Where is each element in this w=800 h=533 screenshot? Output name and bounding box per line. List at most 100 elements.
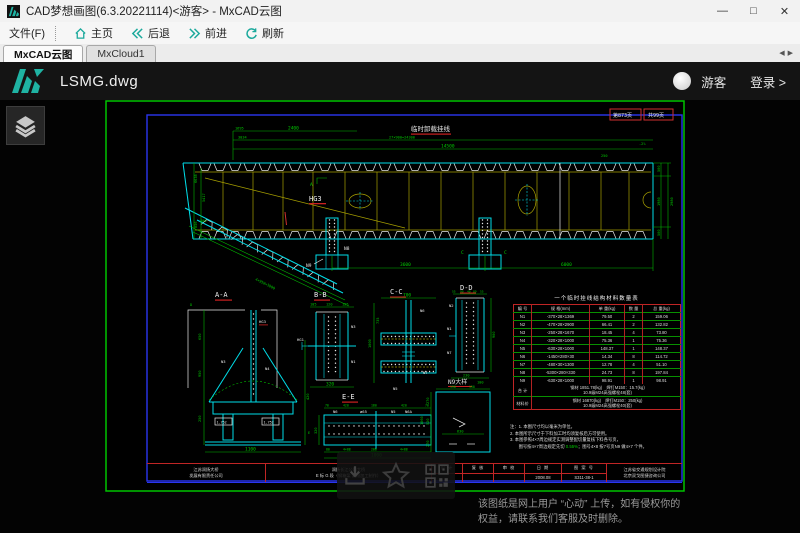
close-button[interactable]: ✕ — [769, 0, 800, 22]
tab-mxcloud1[interactable]: MxCloud1 — [86, 45, 155, 62]
minimize-button[interactable]: — — [707, 0, 738, 22]
svg-text:100: 100 — [477, 381, 484, 385]
title-block-institute: 江苏省交通规划设计院北京双戈图捷咨询公司 — [606, 464, 682, 482]
svg-text:N4: N4 — [265, 366, 270, 371]
svg-text:630: 630 — [457, 430, 464, 434]
file-menu[interactable]: 文件(F) — [0, 25, 55, 41]
home-icon — [74, 27, 87, 40]
drawing-notes: 注：1. 本图尺寸均以毫米为单位。 2. 本图所示尺寸于下料加工时均须复核后方可… — [510, 424, 684, 451]
svg-text:500: 500 — [657, 166, 661, 173]
svg-text:N2: N2 — [449, 303, 454, 308]
forward-button[interactable]: 前进 — [179, 22, 236, 44]
beam-dimensions: 1695 2400 3034 27×900=24300 14500 -2% 25… — [194, 126, 674, 272]
title-block-field-drawing-no: 图 案 号S311-38-1 — [561, 464, 606, 482]
svg-text:14500: 14500 — [441, 144, 455, 150]
svg-text:650: 650 — [198, 334, 202, 341]
section-a-a: A-A 1.752 1.752 HG3 — [188, 291, 310, 453]
material-table-title: 一个临时挂线结构材料数量表 — [513, 294, 680, 302]
cad-canvas[interactable]: 第873页 共99页 临时卸载挂线 — [0, 100, 800, 533]
svg-text:1695: 1695 — [235, 127, 244, 131]
svg-text:250: 250 — [601, 154, 608, 158]
tab-scroll-arrows[interactable]: ◀▶ — [779, 49, 796, 57]
table-row: N9-630×28×100098.91198.91 — [514, 377, 681, 385]
svg-text:E-E: E-E — [342, 393, 355, 401]
svg-text:250: 250 — [198, 416, 202, 423]
label-n9: N9 — [306, 263, 312, 269]
svg-text:N3: N3 — [351, 324, 356, 329]
login-link[interactable]: 登录 > — [750, 72, 786, 91]
app-logo-icon — [7, 5, 20, 18]
refresh-icon — [245, 27, 258, 40]
section-d-d: D-D N2 N1 N7 55 90 40 89 55 230 — [447, 284, 496, 385]
avatar[interactable] — [673, 72, 691, 90]
svg-text:N6: N6 — [420, 308, 425, 313]
layers-button[interactable] — [6, 106, 45, 145]
mxcad-logo-icon — [10, 67, 52, 95]
table-row: N4-320×28×100075.36175.36 — [514, 337, 681, 345]
svg-text:700: 700 — [403, 293, 411, 299]
svg-text:320: 320 — [314, 428, 318, 435]
menubar: 文件(F) 主页 后退 前进 刷新 — [0, 22, 800, 44]
table-row: N8-5300×280×33024.738197.84 — [514, 369, 681, 377]
svg-text:N7: N7 — [447, 350, 452, 355]
svg-text:90: 90 — [460, 290, 464, 294]
svg-text:856: 856 — [194, 222, 198, 229]
marker-c-left: C — [461, 250, 464, 256]
svg-text:N3: N3 — [221, 359, 226, 364]
home-label: 主页 — [91, 25, 113, 41]
svg-text:420: 420 — [306, 394, 310, 401]
svg-text:E: E — [308, 431, 310, 435]
svg-text:N6A: N6A — [405, 409, 413, 414]
drawing-sheet[interactable]: 第873页 共99页 临时卸载挂线 — [105, 100, 685, 492]
svg-text:80: 80 — [326, 448, 330, 452]
tab-scroll-left-icon[interactable]: ◀ — [779, 50, 787, 57]
svg-text:-2%: -2% — [639, 142, 646, 146]
svg-text:190: 190 — [450, 385, 456, 389]
svg-text:ø65: ø65 — [360, 409, 367, 414]
svg-text:2980: 2980 — [670, 197, 674, 206]
refresh-button[interactable]: 刷新 — [236, 22, 293, 44]
svg-text:HG1: HG1 — [297, 337, 305, 342]
svg-text:89: 89 — [473, 290, 477, 294]
back-button[interactable]: 后退 — [122, 22, 179, 44]
filename-label: LSMG.dwg — [60, 73, 138, 90]
home-button[interactable]: 主页 — [65, 22, 122, 44]
svg-text:500: 500 — [657, 230, 661, 237]
svg-text:735: 735 — [376, 318, 380, 325]
notice-line-2: 权益，请联系我们客服及时删除。 — [478, 512, 696, 527]
slope-dim: 4×950=3800 — [255, 277, 276, 290]
download-icon[interactable] — [342, 463, 368, 489]
note-line: 图号按4×7周边规定先切 0.55%；图号4×8 按7号页N9 做4×7 个件。 — [510, 444, 684, 451]
svg-text:N5: N5 — [393, 386, 398, 391]
svg-text:1100: 1100 — [245, 447, 256, 453]
qrcode-icon[interactable] — [424, 463, 450, 489]
svg-text:1980: 1980 — [657, 197, 661, 206]
drawing-title-underline — [411, 134, 451, 135]
svg-text:5417: 5417 — [202, 193, 206, 202]
title-block-field-review: 审 校 — [493, 464, 524, 482]
table-row: N3-250×28×167018.45473.80 — [514, 329, 681, 337]
svg-text:190: 190 — [469, 385, 475, 389]
forward-icon — [188, 27, 201, 40]
menubar-separator — [55, 26, 56, 41]
maximize-button[interactable]: □ — [738, 0, 769, 22]
svg-text:6000: 6000 — [561, 262, 572, 268]
svg-text:HG3: HG3 — [259, 319, 266, 324]
svg-text:230: 230 — [463, 374, 470, 378]
svg-text:27×900=24300: 27×900=24300 — [389, 136, 415, 140]
table-header-row: 编 号规 格(mm)单 重(kg)数 量总 重(kg) — [514, 305, 681, 313]
window-title: CAD梦想画图(6.3.20221114)<游客> - MxCAD云图 — [26, 3, 707, 19]
note-highlight: 0.55% — [566, 444, 578, 449]
manholes — [346, 184, 651, 216]
svg-text:4×88: 4×88 — [343, 448, 351, 452]
svg-text:270: 270 — [426, 398, 430, 405]
marker-a: A — [310, 182, 313, 188]
tab-mxcad-cloud[interactable]: MxCAD云图 — [3, 45, 83, 62]
favorite-star-icon[interactable] — [381, 461, 411, 491]
overlay-toolbar — [337, 452, 455, 499]
tab-scroll-right-icon[interactable]: ▶ — [788, 50, 796, 57]
svg-text:N6: N6 — [333, 409, 338, 414]
svg-text:1.752: 1.752 — [217, 421, 227, 425]
svg-text:3034: 3034 — [238, 136, 247, 140]
user-label[interactable]: 游客 — [701, 72, 726, 91]
